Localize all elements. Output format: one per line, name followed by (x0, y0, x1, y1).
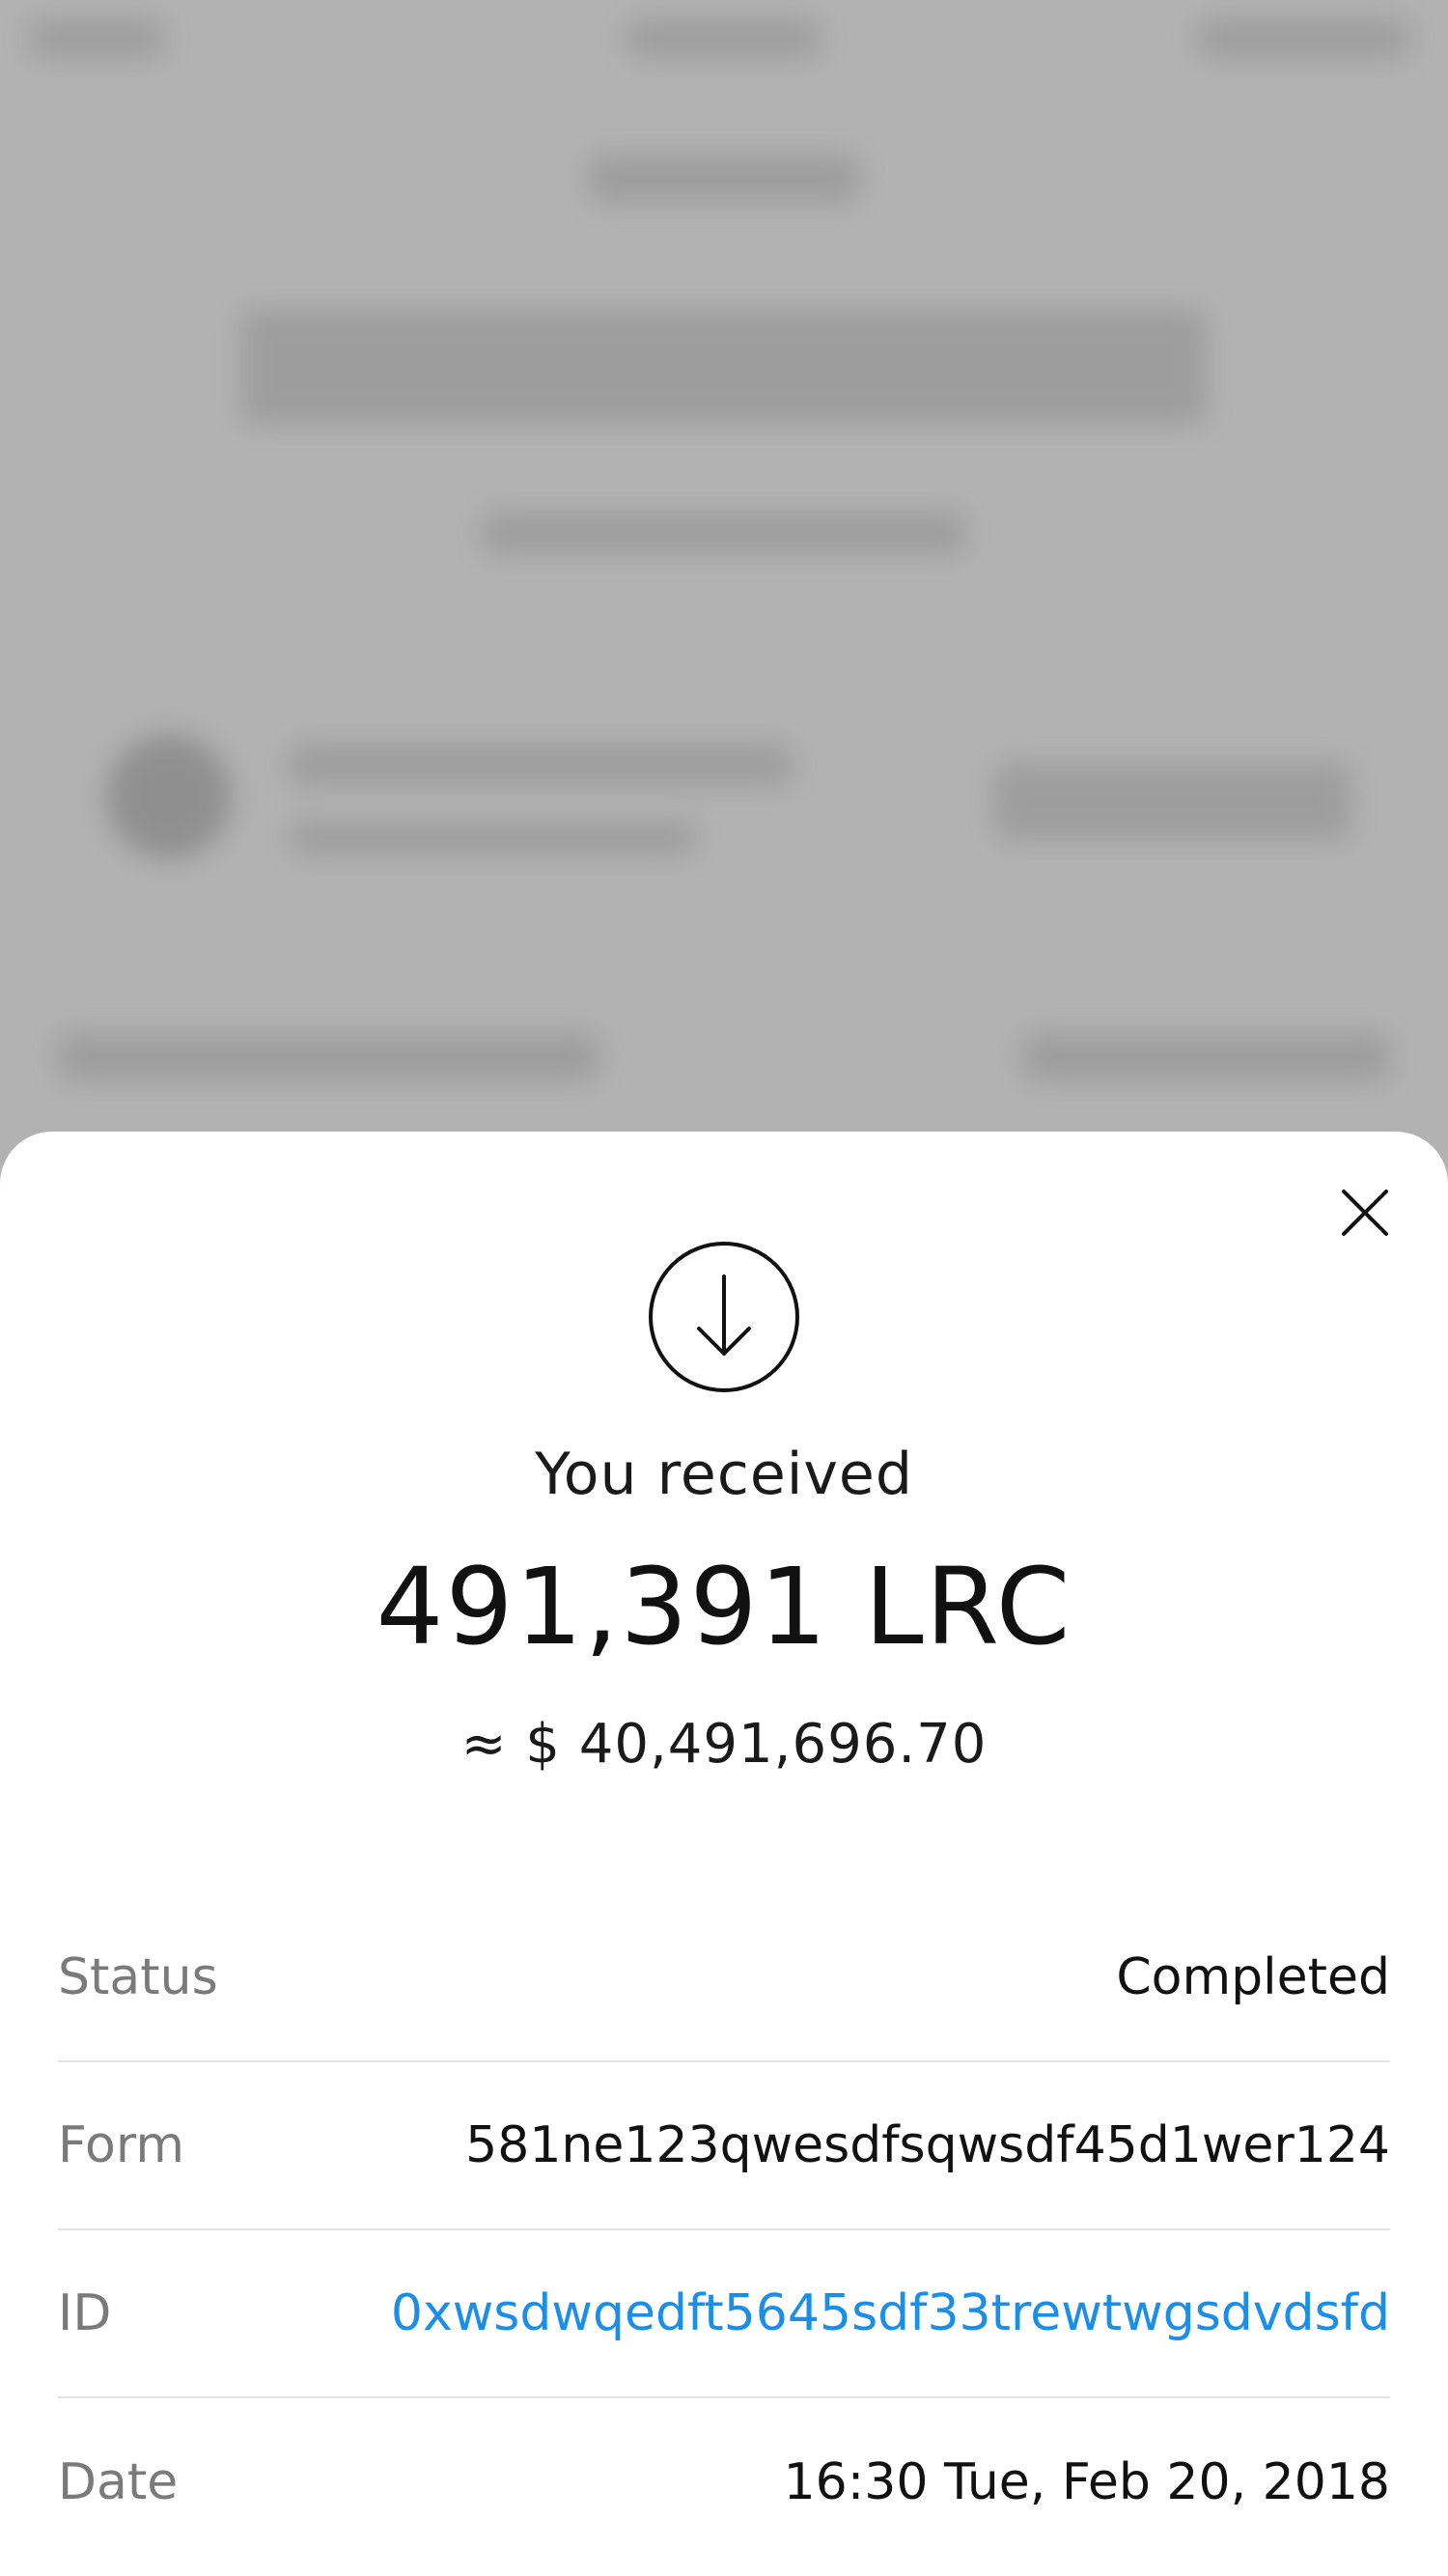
detail-row-status: Status Completed (58, 1894, 1390, 2062)
background-screen (0, 0, 1448, 1159)
from-address-value: 581ne123qwesdfsqwsdf45d1wer124 (465, 2116, 1390, 2174)
blurred-subtitle (483, 512, 965, 555)
blurred-row-subtext (290, 821, 695, 854)
blurred-balance (241, 309, 1207, 425)
blurred-list-value (1023, 1033, 1390, 1081)
blurred-row-text (290, 743, 792, 787)
arrow-down-circle-icon (647, 1240, 801, 1394)
detail-label: ID (58, 2284, 112, 2342)
blurred-status-bar-right (1197, 19, 1409, 58)
blurred-avatar (106, 734, 232, 859)
detail-row-date: Date 16:30 Tue, Feb 20, 2018 (58, 2398, 1390, 2566)
close-icon (1342, 1190, 1388, 1236)
blurred-row-button (994, 763, 1351, 840)
blurred-list-item (58, 1033, 599, 1081)
transaction-id-link[interactable]: 0xwsdwqedft5645sdf33trewtwgsdvdsfd (391, 2284, 1390, 2342)
blurred-status-bar-left (29, 19, 164, 58)
date-value: 16:30 Tue, Feb 20, 2018 (783, 2453, 1390, 2511)
detail-label: Status (58, 1948, 218, 2006)
detail-row-id: ID 0xwsdwqedft5645sdf33trewtwgsdvdsfd (58, 2230, 1390, 2398)
detail-label: Form (58, 2116, 184, 2174)
detail-label: Date (58, 2453, 179, 2511)
close-button[interactable] (1336, 1184, 1394, 1242)
blurred-status-bar-center (627, 19, 821, 58)
fiat-equivalent: ≈ $ 40,491,696.70 (460, 1713, 988, 1776)
blurred-title (589, 154, 859, 203)
received-amount: 491,391 LRC (376, 1545, 1072, 1668)
status-value: Completed (1116, 1948, 1390, 2006)
detail-row-form: Form 581ne123qwesdfsqwsdf45d1wer124 (58, 2062, 1390, 2230)
received-headline: You received (535, 1441, 913, 1508)
